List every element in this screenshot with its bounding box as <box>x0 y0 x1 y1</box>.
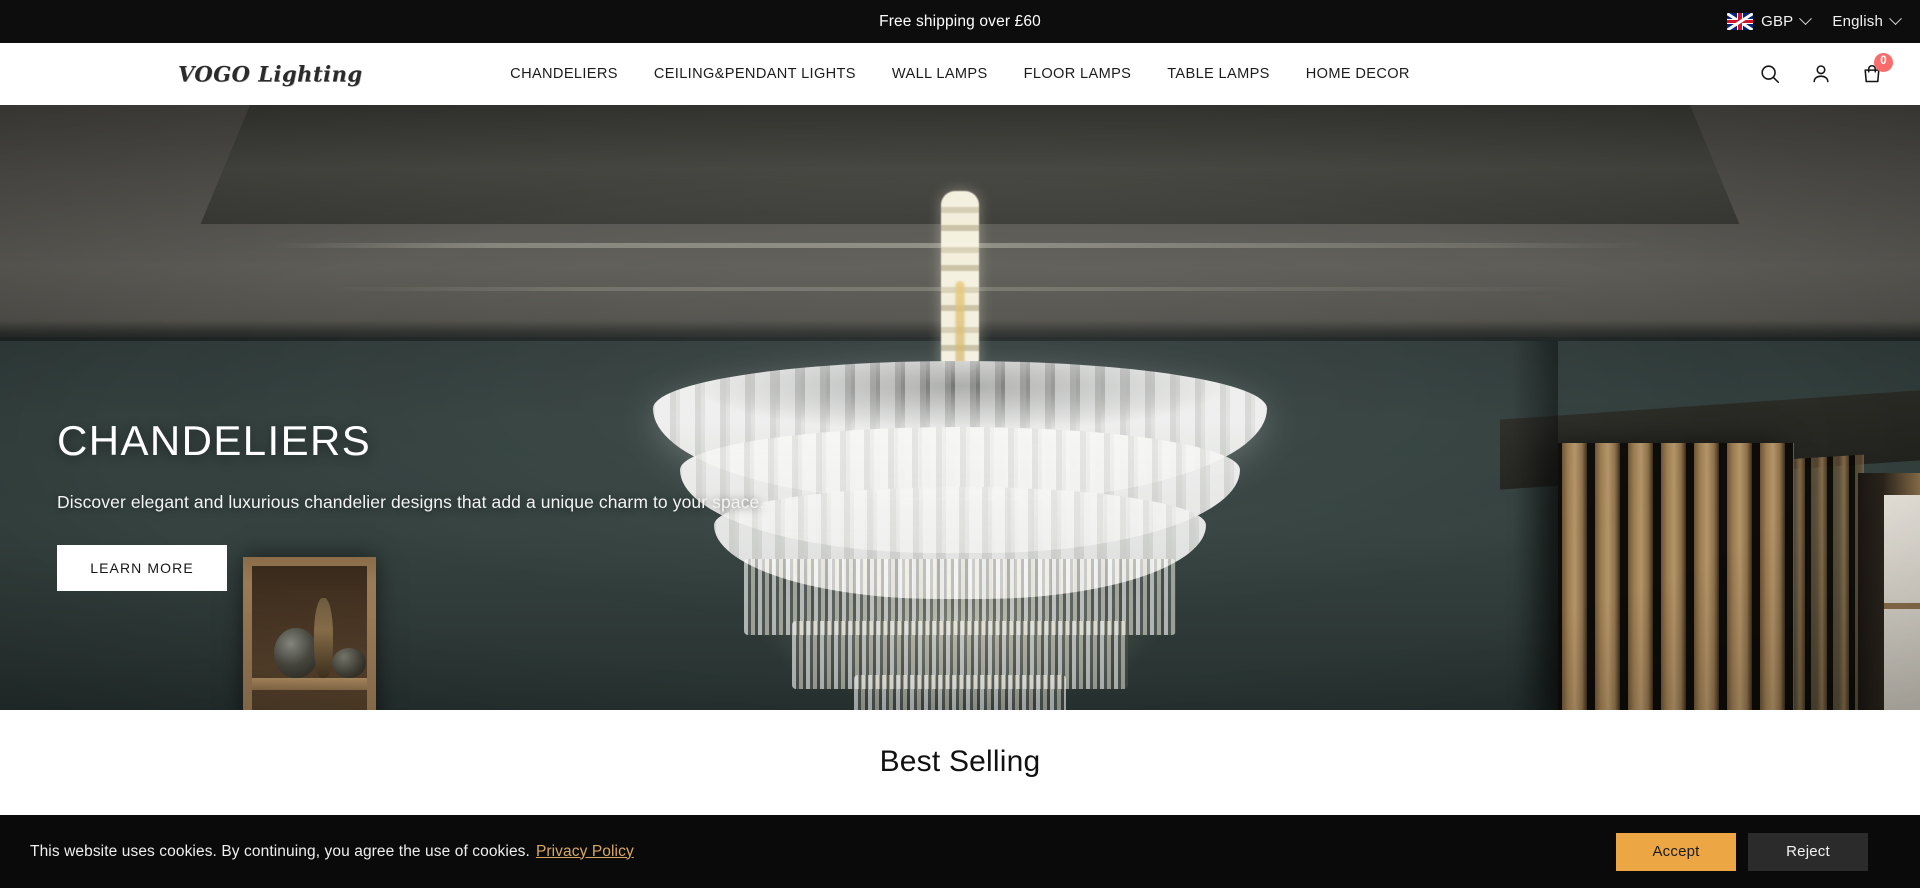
nav-item-home-decor[interactable]: HOME DECOR <box>1304 60 1412 88</box>
cookie-message-text: This website uses cookies. By continuing… <box>30 842 530 860</box>
announcement-bar: Free shipping over £60 GBP English <box>0 0 1920 43</box>
cookie-actions: Accept Reject <box>1616 832 1868 871</box>
chevron-down-icon <box>1799 12 1813 26</box>
language-label: English <box>1832 13 1883 30</box>
hero-content: CHANDELIERS Discover elegant and luxurio… <box>57 417 765 592</box>
announcement-message: Free shipping over £60 <box>879 12 1041 30</box>
nav-item-table-lamps[interactable]: TABLE LAMPS <box>1165 60 1272 88</box>
locale-controls: GBP English <box>1727 0 1902 43</box>
nav-item-ceiling-pendant-lights[interactable]: CEILING&PENDANT LIGHTS <box>652 60 858 88</box>
header-actions: 0 <box>1757 52 1893 87</box>
hero-background-image <box>0 105 1920 710</box>
user-account-icon[interactable] <box>1808 62 1833 87</box>
currency-label: GBP <box>1761 13 1794 30</box>
best-selling-section: Best Selling <box>0 710 1920 813</box>
reject-cookies-button[interactable]: Reject <box>1748 832 1868 871</box>
cookie-message: This website uses cookies. By continuing… <box>30 843 634 861</box>
nav-item-floor-lamps[interactable]: FLOOR LAMPS <box>1022 60 1134 88</box>
privacy-policy-link[interactable]: Privacy Policy <box>536 843 634 860</box>
chevron-down-icon <box>1889 12 1902 26</box>
currency-selector[interactable]: GBP <box>1727 12 1813 30</box>
hero-subtitle: Discover elegant and luxurious chandelie… <box>57 492 765 513</box>
site-header: VOGO Lighting CHANDELIERS CEILING&PENDAN… <box>0 43 1920 105</box>
uk-flag-icon <box>1727 13 1754 30</box>
hero-title: CHANDELIERS <box>57 417 372 464</box>
learn-more-button[interactable]: LEARN MORE <box>57 545 227 592</box>
site-logo[interactable]: VOGO Lighting <box>178 62 363 87</box>
cart-count-badge: 0 <box>1874 52 1893 72</box>
best-selling-title: Best Selling <box>879 744 1041 778</box>
cookie-consent-banner: This website uses cookies. By continuing… <box>0 815 1920 888</box>
language-selector[interactable]: English <box>1832 12 1902 30</box>
shopping-bag-icon[interactable]: 0 <box>1859 52 1893 87</box>
nav-item-chandeliers[interactable]: CHANDELIERS <box>508 60 620 88</box>
nav-item-wall-lamps[interactable]: WALL LAMPS <box>890 60 990 88</box>
search-icon[interactable] <box>1757 62 1782 87</box>
accept-cookies-button[interactable]: Accept <box>1616 832 1736 871</box>
main-navigation: CHANDELIERS CEILING&PENDANT LIGHTS WALL … <box>508 60 1412 88</box>
hero-banner: CHANDELIERS Discover elegant and luxurio… <box>0 105 1920 710</box>
